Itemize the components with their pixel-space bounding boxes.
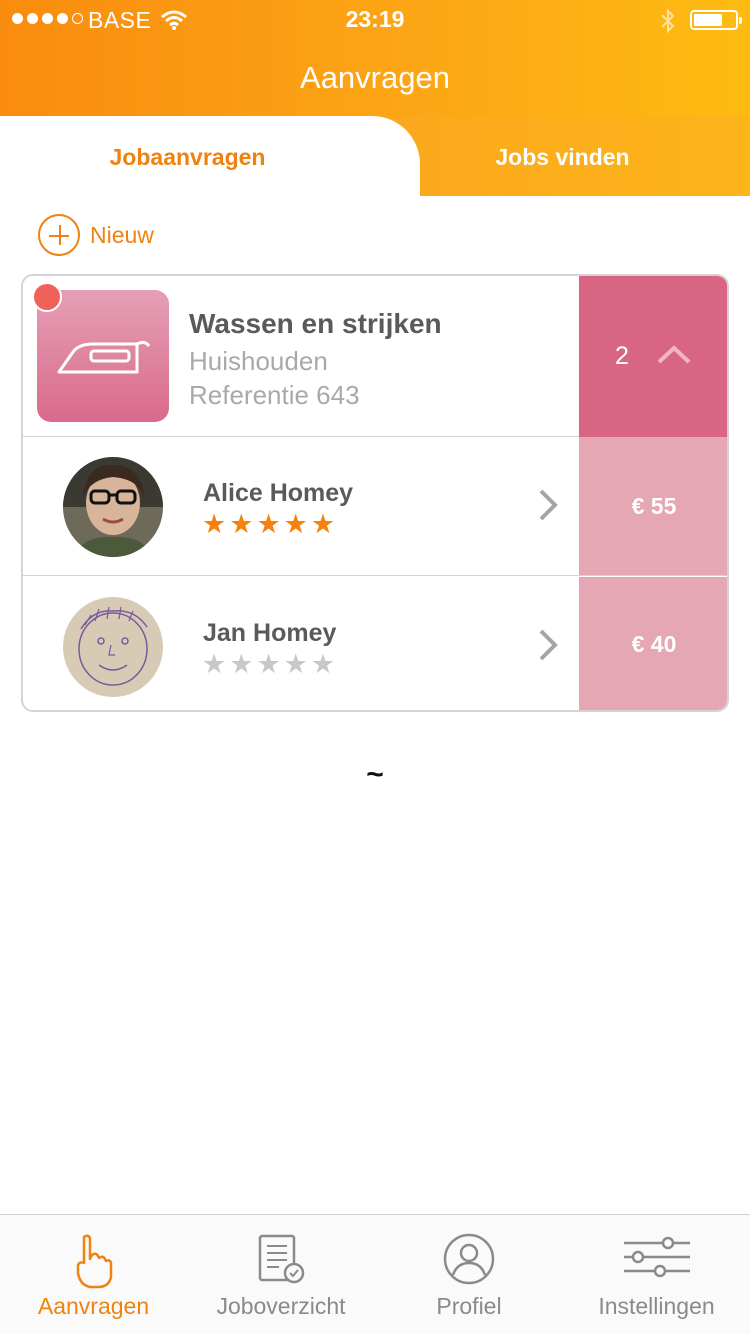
star-icon: ★ — [310, 649, 336, 679]
star-icon: ★ — [283, 509, 308, 539]
tab-label: Jobs vinden — [495, 144, 630, 170]
job-category: Huishouden — [189, 346, 328, 376]
bluetooth-icon — [661, 8, 675, 34]
bid-price: € 40 — [579, 577, 727, 710]
bid-row[interactable]: Alice Homey ★ ★ ★ ★ ★ € 55 — [23, 437, 727, 576]
tabbar-item-joboverzicht[interactable]: Joboverzicht — [187, 1215, 375, 1334]
tabbar-label: Joboverzicht — [216, 1293, 346, 1319]
avatar — [63, 457, 163, 557]
chevron-up-icon — [657, 345, 691, 364]
battery-icon — [690, 10, 742, 30]
rating-stars: ★ ★ ★ ★ ★ — [202, 511, 335, 538]
star-icon: ★ — [310, 509, 336, 539]
job-row[interactable]: Wassen en strijken Huishouden Referentie… — [23, 276, 727, 437]
star-icon: ★ — [256, 649, 281, 679]
list-end-separator: ~ — [366, 758, 384, 791]
tab-jobaanvragen[interactable]: Jobaanvragen — [0, 116, 420, 198]
bid-price: € 55 — [579, 437, 727, 575]
tabbar-item-aanvragen[interactable]: Aanvragen — [0, 1215, 187, 1334]
document-check-icon — [258, 1234, 305, 1284]
page-title: Aanvragen — [300, 60, 450, 95]
tab-jobs-vinden[interactable]: Jobs vinden — [375, 116, 750, 196]
tabbar-label: Profiel — [436, 1293, 502, 1319]
bidder-name: Jan Homey — [203, 619, 337, 647]
job-category-tile — [37, 290, 169, 422]
job-title: Wassen en strijken — [189, 308, 442, 339]
tabbar-label: Instellingen — [598, 1293, 715, 1319]
new-button-label: Nieuw — [90, 221, 154, 248]
star-icon: ★ — [283, 649, 308, 679]
job-reference: Referentie 643 — [189, 380, 360, 410]
tabbar-item-profiel[interactable]: Profiel — [375, 1215, 563, 1334]
chevron-right-icon — [539, 629, 558, 661]
rating-stars: ★ ★ ★ ★ ★ — [202, 651, 335, 678]
star-icon: ★ — [202, 649, 227, 679]
sliders-icon — [623, 1236, 690, 1278]
star-icon: ★ — [202, 509, 227, 539]
bid-row[interactable]: Jan Homey ★ ★ ★ ★ ★ € 40 — [23, 577, 727, 710]
job-request-card: Wassen en strijken Huishouden Referentie… — [21, 274, 729, 712]
collapse-toggle[interactable]: 2 — [579, 276, 727, 437]
bid-count: 2 — [615, 342, 629, 370]
new-request-button[interactable]: Nieuw — [38, 214, 154, 256]
clock: 23:19 — [345, 6, 405, 32]
avatar — [63, 597, 163, 697]
tabbar-label: Aanvragen — [37, 1293, 150, 1319]
chevron-right-icon — [539, 489, 558, 521]
notification-dot — [32, 282, 62, 312]
star-icon: ★ — [256, 509, 281, 539]
hand-pointer-icon — [76, 1234, 112, 1289]
bidder-name: Alice Homey — [203, 479, 354, 507]
user-circle-icon — [443, 1233, 495, 1285]
star-icon: ★ — [229, 509, 254, 539]
iron-icon — [57, 340, 151, 374]
bottom-tab-bar: Aanvragen Joboverzicht Profiel Instellin… — [0, 1214, 750, 1334]
status-bar: BASE 23:19 — [0, 0, 750, 40]
tabbar-item-instellingen[interactable]: Instellingen — [563, 1215, 750, 1334]
tab-label: Jobaanvragen — [109, 144, 266, 170]
plus-circle-icon — [38, 214, 80, 256]
star-icon: ★ — [229, 649, 254, 679]
